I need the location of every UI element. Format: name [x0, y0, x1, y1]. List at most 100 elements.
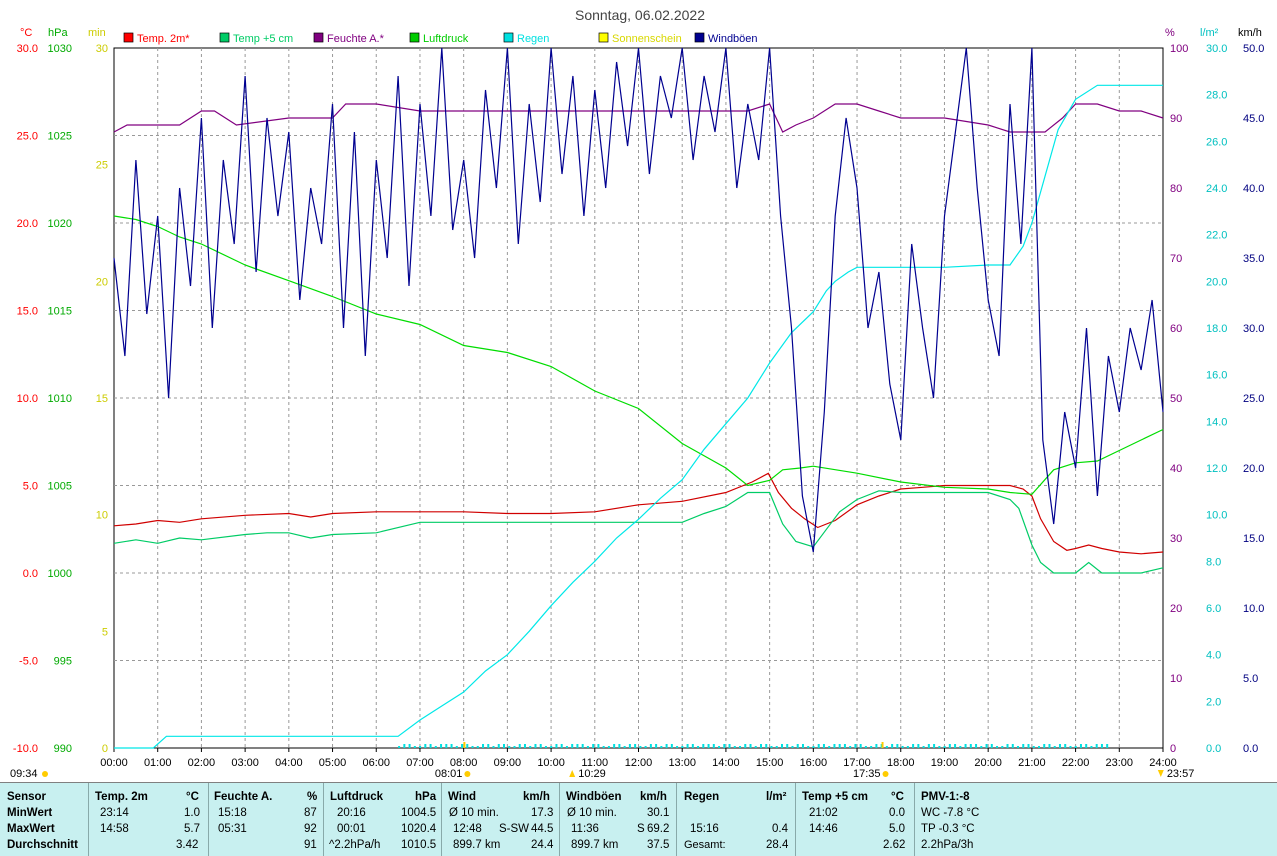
legend-label: Temp +5 cm	[233, 33, 293, 45]
wind-axis-label: 20.0	[1243, 463, 1264, 475]
humidity-axis-label: 30	[1170, 533, 1182, 545]
rain-bar	[398, 746, 401, 748]
x-tick-label: 14:00	[712, 757, 740, 769]
rain-axis-unit: l/m²	[1200, 27, 1219, 39]
rain-bar	[1017, 746, 1020, 748]
sensor-label: Sensor	[7, 791, 46, 803]
rain-bar	[822, 744, 825, 748]
humidity-axis-label: 100	[1170, 43, 1188, 55]
rain-bar	[1079, 744, 1082, 748]
rain-bar	[1022, 744, 1025, 748]
rain-bar	[450, 744, 453, 748]
noon-time-label: 10:29	[578, 768, 606, 780]
wind-axis-label: 45.0	[1243, 113, 1264, 125]
temp5cm-min-value: 0.0	[889, 807, 905, 819]
rain-bar	[555, 744, 558, 748]
rain-bar	[1006, 744, 1009, 748]
pressure-axis-label: 1030	[48, 43, 72, 55]
humidity-axis-label: 0	[1170, 743, 1176, 755]
x-tick-label: 06:00	[362, 757, 390, 769]
rain-axis-label: 10.0	[1206, 510, 1227, 522]
rain-bar	[550, 746, 553, 748]
wind-avg10-label: Ø 10 min.	[449, 807, 499, 819]
rain-bar	[644, 746, 647, 748]
temp5cm-max-value: 5.0	[889, 823, 905, 835]
rain-bar	[733, 746, 736, 748]
rain-unit: l/m²	[766, 791, 787, 803]
rain-bar	[786, 744, 789, 748]
gust-max-value: 69.2	[647, 823, 670, 835]
humidity-axis-label: 50	[1170, 393, 1182, 405]
rain-axis-label: 26.0	[1206, 136, 1227, 148]
windchill-value: WC -7.8 °C	[921, 807, 980, 819]
rain-bar	[639, 746, 642, 748]
rain-total-label: Gesamt:	[684, 839, 726, 851]
rain-axis-label: 8.0	[1206, 556, 1221, 568]
rain-bar	[859, 744, 862, 748]
rain-bar	[1037, 746, 1040, 748]
temp-axis-label: 25.0	[17, 131, 38, 143]
legend-label: Feuchte A.*	[327, 33, 385, 45]
x-tick-label: 18:00	[887, 757, 915, 769]
x-tick-label: 16:00	[800, 757, 828, 769]
sunshine-axis-unit: min	[88, 27, 106, 39]
rain-bar	[1090, 746, 1093, 748]
humidity-max-time: 05:31	[218, 823, 247, 835]
humidity-min-value: 87	[304, 807, 317, 819]
rain-bar	[870, 746, 873, 748]
rain-bar	[728, 744, 731, 748]
rain-bar	[1032, 746, 1035, 748]
rain-bar	[959, 746, 962, 748]
humidity-axis-label: 20	[1170, 603, 1182, 615]
rain-bar	[413, 746, 416, 748]
rain-bar	[497, 744, 500, 748]
rain-bar	[1106, 744, 1109, 748]
temp-axis-label: -5.0	[19, 656, 38, 668]
x-tick-label: 03:00	[231, 757, 259, 769]
wind-axis-label: 0.0	[1243, 743, 1258, 755]
sunshine-axis-label: 5	[102, 626, 108, 638]
wind-axis-label: 30.0	[1243, 323, 1264, 335]
statistics-footer: Sensor MinWert MaxWert Durchschnitt Temp…	[0, 782, 1277, 856]
rain-bar	[461, 744, 464, 748]
rain-axis-label: 2.0	[1206, 696, 1221, 708]
rain-bar	[838, 744, 841, 748]
humidity-axis-label: 40	[1170, 463, 1182, 475]
rain-bar	[592, 744, 595, 748]
humidity-axis-label: 60	[1170, 323, 1182, 335]
rain-bar	[560, 744, 563, 748]
x-tick-label: 15:00	[756, 757, 784, 769]
x-tick-label: 20:00	[974, 757, 1002, 769]
rain-bar	[691, 744, 694, 748]
rain-bar	[912, 744, 915, 748]
rain-bar	[917, 744, 920, 748]
humidity-title: Feuchte A.	[214, 791, 273, 803]
footer-wind-column: Wind km/h Ø 10 min. 17.3 12:48 S-SW 44.5…	[441, 783, 560, 856]
pressure-unit: hPa	[415, 791, 437, 803]
rain-bar	[1011, 744, 1014, 748]
rain-bar	[492, 746, 495, 748]
rain-bar	[634, 744, 637, 748]
sunshine-axis-label: 25	[96, 160, 108, 172]
humidity-axis-label: 90	[1170, 113, 1182, 125]
rain-bar	[702, 744, 705, 748]
gust-title: Windböen	[566, 791, 622, 803]
x-tick-label: 10:00	[537, 757, 565, 769]
rain-axis-label: 16.0	[1206, 370, 1227, 382]
footer-sensor-column: Sensor MinWert MaxWert Durchschnitt	[0, 783, 89, 856]
temp5cm-unit: °C	[891, 791, 904, 803]
rain-bar	[964, 744, 967, 748]
rain-bar	[1053, 746, 1056, 748]
rain-max-time: 15:16	[690, 823, 719, 835]
rain-bar	[875, 744, 878, 748]
rain-bar	[424, 744, 427, 748]
x-tick-label: 23:00	[1106, 757, 1134, 769]
rain-bar	[529, 746, 532, 748]
wind-axis-label: 50.0	[1243, 43, 1264, 55]
legend-label: Temp. 2m*	[137, 33, 190, 45]
rain-bar	[765, 744, 768, 748]
pressure-axis-label: 1025	[48, 131, 72, 143]
rain-bar	[754, 746, 757, 748]
rain-bar	[576, 744, 579, 748]
rain-bar	[471, 746, 474, 748]
